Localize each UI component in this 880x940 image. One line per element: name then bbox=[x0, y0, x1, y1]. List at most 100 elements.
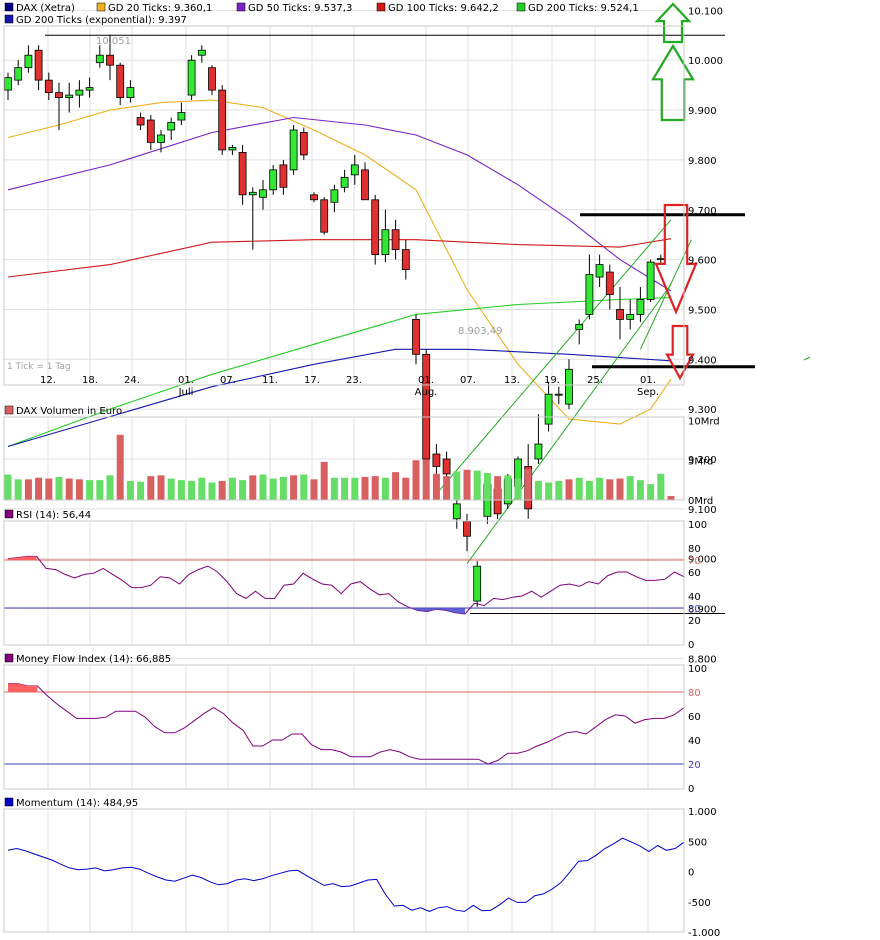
volume-panel-title: DAX Volumen in Euro bbox=[16, 406, 122, 417]
candle-body bbox=[585, 274, 594, 315]
volume-bar bbox=[14, 479, 22, 500]
rsi-line bbox=[7, 555, 685, 615]
volume-bar bbox=[259, 474, 267, 500]
candle-body bbox=[106, 54, 114, 66]
candle-body bbox=[177, 112, 186, 121]
mfi-axis-tick-label: 20 bbox=[688, 760, 701, 771]
candle-body bbox=[279, 164, 288, 188]
legend-label-gd20: GD 20 Ticks: 9.360,1 bbox=[108, 3, 212, 14]
rsi-axis-tick-label: 40 bbox=[688, 592, 701, 603]
candle-body bbox=[116, 64, 125, 98]
volume-bar bbox=[483, 472, 491, 500]
candle-body bbox=[412, 319, 420, 355]
mfi-axis-tick-label: 40 bbox=[688, 736, 701, 747]
volume-bar bbox=[320, 461, 328, 500]
volume-bar bbox=[422, 459, 430, 500]
volume-bar bbox=[585, 480, 593, 500]
candle-body bbox=[595, 264, 604, 278]
candle-body bbox=[208, 67, 216, 91]
volume-bar bbox=[290, 475, 298, 500]
candle-body bbox=[534, 443, 543, 460]
volume-bar bbox=[412, 460, 420, 500]
volume-bar bbox=[443, 476, 451, 500]
volume-bar bbox=[463, 469, 471, 500]
volume-legend-swatch bbox=[4, 405, 14, 415]
candle-body bbox=[565, 368, 573, 405]
candle-body bbox=[432, 453, 441, 467]
candle-body bbox=[442, 458, 451, 475]
candle-body bbox=[85, 87, 94, 91]
candle-body bbox=[340, 176, 349, 188]
stray-mark bbox=[803, 356, 811, 361]
candle-body bbox=[626, 314, 635, 320]
candle-body bbox=[24, 54, 33, 69]
price-axis-tick-label: 9.900 bbox=[688, 106, 717, 117]
volume-bar bbox=[606, 479, 614, 500]
legend-label-gd200exp: GD 200 Ticks (exponential): 9.397 bbox=[16, 15, 187, 26]
candle-body bbox=[361, 169, 369, 201]
x-axis-day-label: 19. bbox=[544, 375, 560, 386]
mfi-panel-title: Money Flow Index (14): 66,885 bbox=[16, 654, 171, 665]
legend-swatch-gd200exp bbox=[4, 14, 14, 24]
candle-body bbox=[299, 132, 308, 156]
candle-body bbox=[575, 324, 584, 330]
volume-bar bbox=[616, 478, 624, 500]
mfi-axis-tick-label: 100 bbox=[688, 664, 707, 675]
rsi-panel-frame bbox=[3, 520, 685, 646]
candle-body bbox=[34, 49, 43, 81]
price-axis-tick-label: 9.700 bbox=[688, 206, 717, 217]
volume-axis-tick-label: 10Mrd bbox=[688, 417, 720, 428]
x-axis-day-label: 07. bbox=[460, 375, 476, 386]
volume-bar bbox=[45, 478, 53, 500]
candle-body bbox=[248, 191, 257, 196]
mfi-overbought-fill bbox=[8, 683, 38, 692]
x-axis-day-label: 17. bbox=[304, 375, 320, 386]
volume-bar bbox=[106, 475, 114, 500]
volume-bar bbox=[147, 476, 155, 500]
red-down-arrow bbox=[665, 324, 695, 381]
x-axis-day-label: 01. bbox=[640, 375, 656, 386]
candle-body bbox=[218, 89, 227, 151]
volume-bar bbox=[96, 480, 104, 500]
volume-bar bbox=[157, 475, 165, 500]
candle-body bbox=[320, 199, 329, 233]
x-axis-month-label: Aug. bbox=[415, 387, 438, 398]
volume-bar bbox=[636, 480, 644, 500]
price-axis-tick-label: 9.500 bbox=[688, 305, 717, 316]
volume-bar bbox=[555, 480, 563, 500]
candle-body bbox=[381, 229, 390, 256]
volume-bar bbox=[4, 474, 12, 500]
candle-body bbox=[473, 565, 482, 602]
volume-bar bbox=[86, 480, 94, 500]
volume-bar bbox=[269, 478, 277, 500]
volume-bar bbox=[239, 480, 247, 500]
candle-body bbox=[463, 520, 471, 537]
candle-body bbox=[238, 152, 247, 196]
candle-body bbox=[350, 164, 359, 176]
candle-body bbox=[14, 67, 23, 81]
volume-bar bbox=[453, 471, 461, 500]
volume-bar bbox=[351, 477, 359, 500]
x-axis-day-label: 11. bbox=[262, 375, 278, 386]
volume-bar bbox=[534, 480, 542, 500]
volume-bar bbox=[24, 479, 32, 500]
candle-body bbox=[228, 147, 237, 151]
volume-bar bbox=[575, 477, 583, 500]
candle-body bbox=[391, 229, 400, 251]
x-axis-day-label: 24. bbox=[124, 375, 140, 386]
candle-body bbox=[126, 87, 135, 98]
volume-bar bbox=[116, 434, 124, 500]
candle-body bbox=[95, 54, 104, 64]
momentum-legend-swatch bbox=[4, 797, 14, 807]
momentum-panel-title: Momentum (14): 484,95 bbox=[16, 798, 138, 809]
candle-body bbox=[605, 271, 614, 295]
mfi-legend-swatch bbox=[4, 653, 14, 663]
volume-bar bbox=[402, 477, 410, 500]
momentum-axis-tick-label: 0 bbox=[688, 868, 694, 879]
candle-body bbox=[146, 119, 155, 143]
candle-body bbox=[452, 503, 461, 520]
rsi-axis-tick-label: 70 bbox=[688, 556, 701, 567]
rsi-axis-tick-label: 100 bbox=[688, 520, 707, 531]
volume-bar bbox=[565, 479, 573, 500]
volume-bar bbox=[371, 476, 379, 500]
